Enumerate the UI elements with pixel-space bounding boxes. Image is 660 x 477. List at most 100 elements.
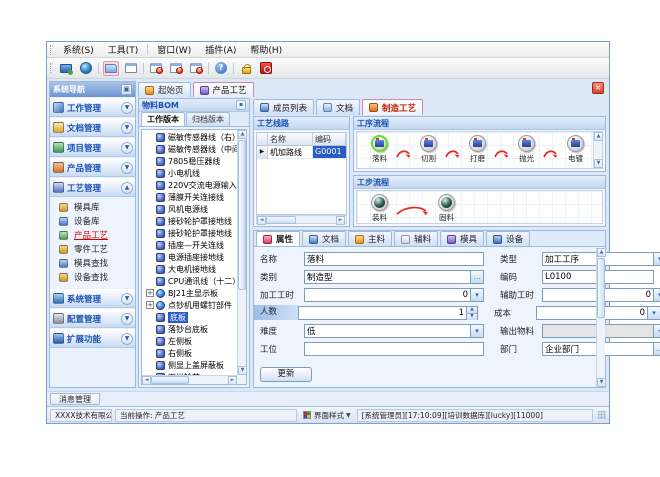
tree-item[interactable]: 大电机接地线	[146, 263, 237, 275]
difficulty-dropdown-icon[interactable]	[471, 324, 484, 338]
flow-node-paoguang[interactable]: 抛光	[510, 135, 543, 168]
reset-doc-icon[interactable]: ↻	[168, 61, 184, 76]
sidebar-item-equip-library[interactable]: 设备库	[50, 214, 135, 228]
flow-node-damo[interactable]: 打磨	[461, 135, 494, 168]
category-input[interactable]	[304, 270, 471, 284]
people-spinner[interactable]: ▲▼	[467, 306, 478, 320]
tab-member-list[interactable]: 成员列表	[253, 99, 314, 115]
tab-main-material[interactable]: 主料	[348, 231, 392, 246]
spin-down-icon[interactable]: ▼	[467, 313, 477, 320]
sidebar-group-system[interactable]: 系统管理 ▼	[50, 289, 135, 308]
sidebar-group-document[interactable]: 文档管理 ▼	[50, 118, 135, 137]
tree-item[interactable]: 落钞台底板	[146, 323, 237, 335]
tree-item[interactable]: 侧显上盖屏蔽板	[146, 359, 237, 371]
tab-manufacturing-craft[interactable]: 制造工艺	[362, 99, 423, 115]
sidebar-item-equip-search[interactable]: 设备查找	[50, 270, 135, 284]
tree-item[interactable]: 薄膜开关连接线	[146, 191, 237, 203]
tab-documents[interactable]: 文档	[316, 99, 360, 115]
menu-tools[interactable]: 工具(T)	[101, 42, 146, 57]
flow-node-diandu[interactable]: 电镀	[559, 135, 592, 168]
tab-equipment[interactable]: 设备	[486, 231, 530, 246]
scroll-thumb[interactable]	[266, 216, 296, 224]
flow-vertical-scrollbar[interactable]: ▲ ▼	[593, 132, 602, 168]
close-doc-icon[interactable]: ×	[148, 61, 164, 76]
scroll-thumb[interactable]	[151, 376, 189, 384]
close-icon[interactable]: ×	[592, 82, 604, 94]
sidebar-group-craft[interactable]: 工艺管理 ▲	[50, 178, 135, 197]
scroll-thumb[interactable]	[597, 258, 605, 318]
update-button[interactable]: 更新	[260, 367, 312, 382]
scroll-thumb[interactable]	[238, 140, 246, 290]
cost-input[interactable]	[536, 306, 648, 320]
tab-message-manage[interactable]: 消息管理	[50, 393, 100, 405]
scroll-right-icon[interactable]: ►	[336, 216, 345, 225]
tree-horizontal-scrollbar[interactable]: ◄ ►	[142, 375, 237, 384]
work-hours-input[interactable]	[304, 288, 471, 302]
chevron-down-icon[interactable]: ▼	[121, 333, 133, 345]
sidebar-options-icon[interactable]: ▣	[121, 84, 132, 95]
tree-item[interactable]: 插座—开关连线	[146, 239, 237, 251]
window-list-icon[interactable]	[123, 61, 139, 76]
station-input[interactable]	[304, 342, 484, 356]
route-horizontal-scrollbar[interactable]: ◄ ►	[256, 215, 347, 224]
step-flow-canvas[interactable]: 装料 固料	[356, 190, 603, 224]
people-input[interactable]	[298, 306, 467, 320]
scroll-down-icon[interactable]: ▼	[597, 378, 606, 387]
delete-doc-icon[interactable]: ×	[188, 61, 204, 76]
sidebar-group-extend[interactable]: 扩展功能 ▼	[50, 329, 135, 348]
tab-product-craft[interactable]: 产品工艺	[193, 82, 254, 97]
aux-hours-dropdown-icon[interactable]	[654, 288, 660, 302]
tree-item[interactable]: 风机电源线	[146, 203, 237, 215]
col-code[interactable]: 编码	[313, 133, 346, 146]
resize-grip[interactable]	[598, 411, 606, 419]
tree-item[interactable]: 接砂轮护罩接地线（一）	[146, 215, 237, 227]
tree-item[interactable]: CPU通讯线（十二）	[146, 275, 237, 287]
exit-icon[interactable]	[258, 61, 274, 76]
chevron-up-icon[interactable]: ▲	[121, 182, 133, 194]
menu-help[interactable]: 帮助(H)	[243, 42, 289, 57]
pin-icon[interactable]: ▪	[236, 100, 246, 110]
tree-item[interactable]: 点钞机用螺钉部件	[146, 299, 237, 311]
tree-item[interactable]: 电源插座接地线	[146, 251, 237, 263]
help-icon[interactable]: ?	[213, 61, 229, 76]
scroll-down-icon[interactable]: ▼	[594, 159, 603, 168]
scroll-up-icon[interactable]: ▲	[238, 130, 247, 139]
browse-web-icon[interactable]	[78, 61, 94, 76]
sidebar-group-project[interactable]: 项目管理 ▼	[50, 138, 135, 157]
detail-vertical-scrollbar[interactable]: ▲ ▼	[596, 248, 605, 387]
difficulty-input[interactable]	[304, 324, 471, 338]
process-flow-canvas[interactable]: 落料 切割 打磨 抛光	[356, 131, 603, 169]
route-name-cell[interactable]: 机加路线	[268, 146, 313, 159]
tree-item[interactable]: 接砂轮护罩接地线（二）	[146, 227, 237, 239]
menu-window[interactable]: 窗口(W)	[150, 42, 198, 57]
col-name[interactable]: 名称	[268, 133, 313, 146]
menu-system[interactable]: 系统(S)	[56, 42, 101, 57]
sidebar-group-product[interactable]: 产品管理 ▼	[50, 158, 135, 177]
category-browse-icon[interactable]	[471, 270, 484, 284]
tab-start-page[interactable]: 起始页	[138, 82, 191, 97]
name-input[interactable]	[304, 252, 484, 266]
sidebar-group-config[interactable]: 配置管理 ▼	[50, 309, 135, 328]
scroll-left-icon[interactable]: ◄	[257, 216, 266, 225]
flow-node-luoliao[interactable]: 落料	[363, 135, 396, 168]
tree-item[interactable]: 右侧板	[146, 347, 237, 359]
tab-detail-documents[interactable]: 文档	[302, 231, 346, 246]
route-code-cell[interactable]: G0001	[313, 146, 346, 159]
sidebar-item-mold-search[interactable]: 模具查找	[50, 256, 135, 270]
sidebar-item-product-craft[interactable]: 产品工艺	[50, 228, 135, 242]
scroll-left-icon[interactable]: ◄	[142, 376, 151, 385]
chevron-down-icon[interactable]: ▼	[121, 142, 133, 154]
tab-mold[interactable]: 模具	[440, 231, 484, 246]
chevron-down-icon[interactable]: ▼	[121, 102, 133, 114]
chevron-down-icon[interactable]: ▼	[121, 122, 133, 134]
sidebar-item-part-craft[interactable]: 零件工艺	[50, 242, 135, 256]
tree-item[interactable]: 磁敏传感器线（中间）	[146, 143, 237, 155]
scroll-up-icon[interactable]: ▲	[594, 132, 603, 141]
toolbar-grip[interactable]	[50, 63, 53, 73]
sidebar-item-mold-library[interactable]: 模具库	[50, 200, 135, 214]
tree-item[interactable]: BJ21主显示板	[146, 287, 237, 299]
type-dropdown-icon[interactable]	[654, 252, 660, 266]
menu-plugins[interactable]: 插件(A)	[198, 42, 243, 57]
tree-item-selected[interactable]: 底板	[146, 311, 237, 323]
tab-attributes[interactable]: 属性	[256, 231, 300, 246]
